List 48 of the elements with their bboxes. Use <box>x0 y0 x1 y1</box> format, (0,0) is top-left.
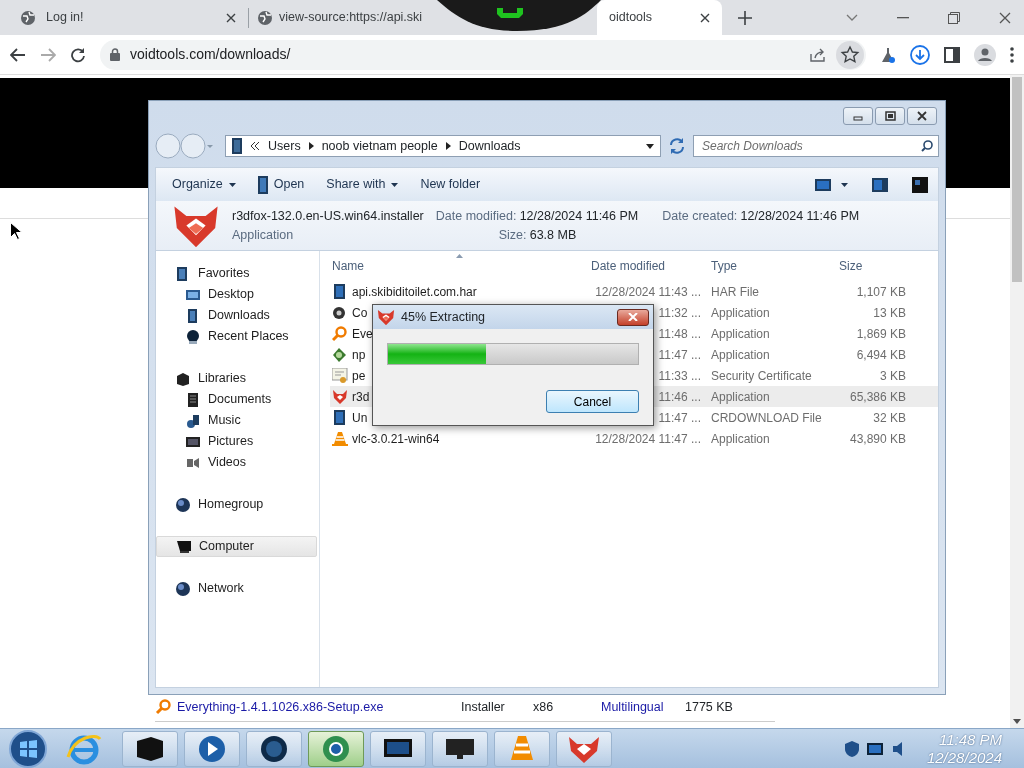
file-size: 3 KB <box>879 367 906 385</box>
file-type: CRDOWNLOAD File <box>711 409 823 427</box>
url-text: voidtools.com/downloads/ <box>130 45 291 64</box>
dialog-title: 45% Extracting <box>401 308 486 326</box>
file-name: r3d <box>352 388 370 406</box>
file-date: 12/28/2024 11:43 ... <box>595 284 701 299</box>
detail-label: Date modified: <box>435 207 517 225</box>
file-size: 1775 KB <box>685 699 733 716</box>
file-date: 11:46 ... <box>658 389 701 404</box>
file-type: Application <box>711 325 771 343</box>
detail-label: Size: <box>498 226 527 244</box>
file-size: 1,107 KB <box>855 283 906 301</box>
file-name: np <box>352 346 366 364</box>
file-size: 65,386 KB <box>848 388 906 406</box>
file-type: Application <box>711 346 771 364</box>
tab-title: view-source:https://api.ski <box>279 10 423 25</box>
detail-value: 12/28/2024 11:46 PM <box>740 208 860 225</box>
tab-title: Log in! <box>46 10 84 25</box>
file-size: 6,494 KB <box>855 346 906 364</box>
file-type: Security Certificate <box>711 367 813 385</box>
file-type: HAR File <box>711 283 760 301</box>
detail-value: 12/28/2024 11:46 PM <box>519 207 639 225</box>
detail-label: Date created: <box>662 208 738 225</box>
platform-text: x86 <box>533 699 555 716</box>
file-size: 13 KB <box>872 304 906 322</box>
file-size: 43,890 KB <box>848 430 906 448</box>
file-type: Application <box>711 388 771 406</box>
file-size: 32 KB <box>872 409 906 427</box>
file-name: r3dfox-132.0.en-US.win64.installer <box>232 207 424 225</box>
file-size: 1,869 KB <box>855 325 906 343</box>
file-name: pe <box>352 367 366 385</box>
file-date: 11:33 ... <box>658 368 701 383</box>
file-type: Application <box>711 304 771 322</box>
detail-value: 63.8 MB <box>529 226 577 244</box>
file-type: Application <box>232 226 295 244</box>
file-name: Eve <box>352 325 373 343</box>
tab-title: oidtools <box>609 10 653 25</box>
file-date: 11:48 ... <box>658 326 701 341</box>
file-type: Application <box>711 430 771 448</box>
file-name: Un <box>352 409 368 427</box>
file-name: vlc-3.0.21-win64 <box>352 430 440 448</box>
installer-type: Installer <box>461 699 506 716</box>
file-date: 11:47 ... <box>658 347 701 362</box>
file-name: Co <box>352 304 368 322</box>
file-date: 11:32 ... <box>658 305 701 320</box>
file-name: api.skibiditoilet.com.har <box>352 283 477 301</box>
file-date: 12/28/2024 11:47 ... <box>595 431 701 446</box>
file-date: 11:47 ... <box>658 410 701 425</box>
